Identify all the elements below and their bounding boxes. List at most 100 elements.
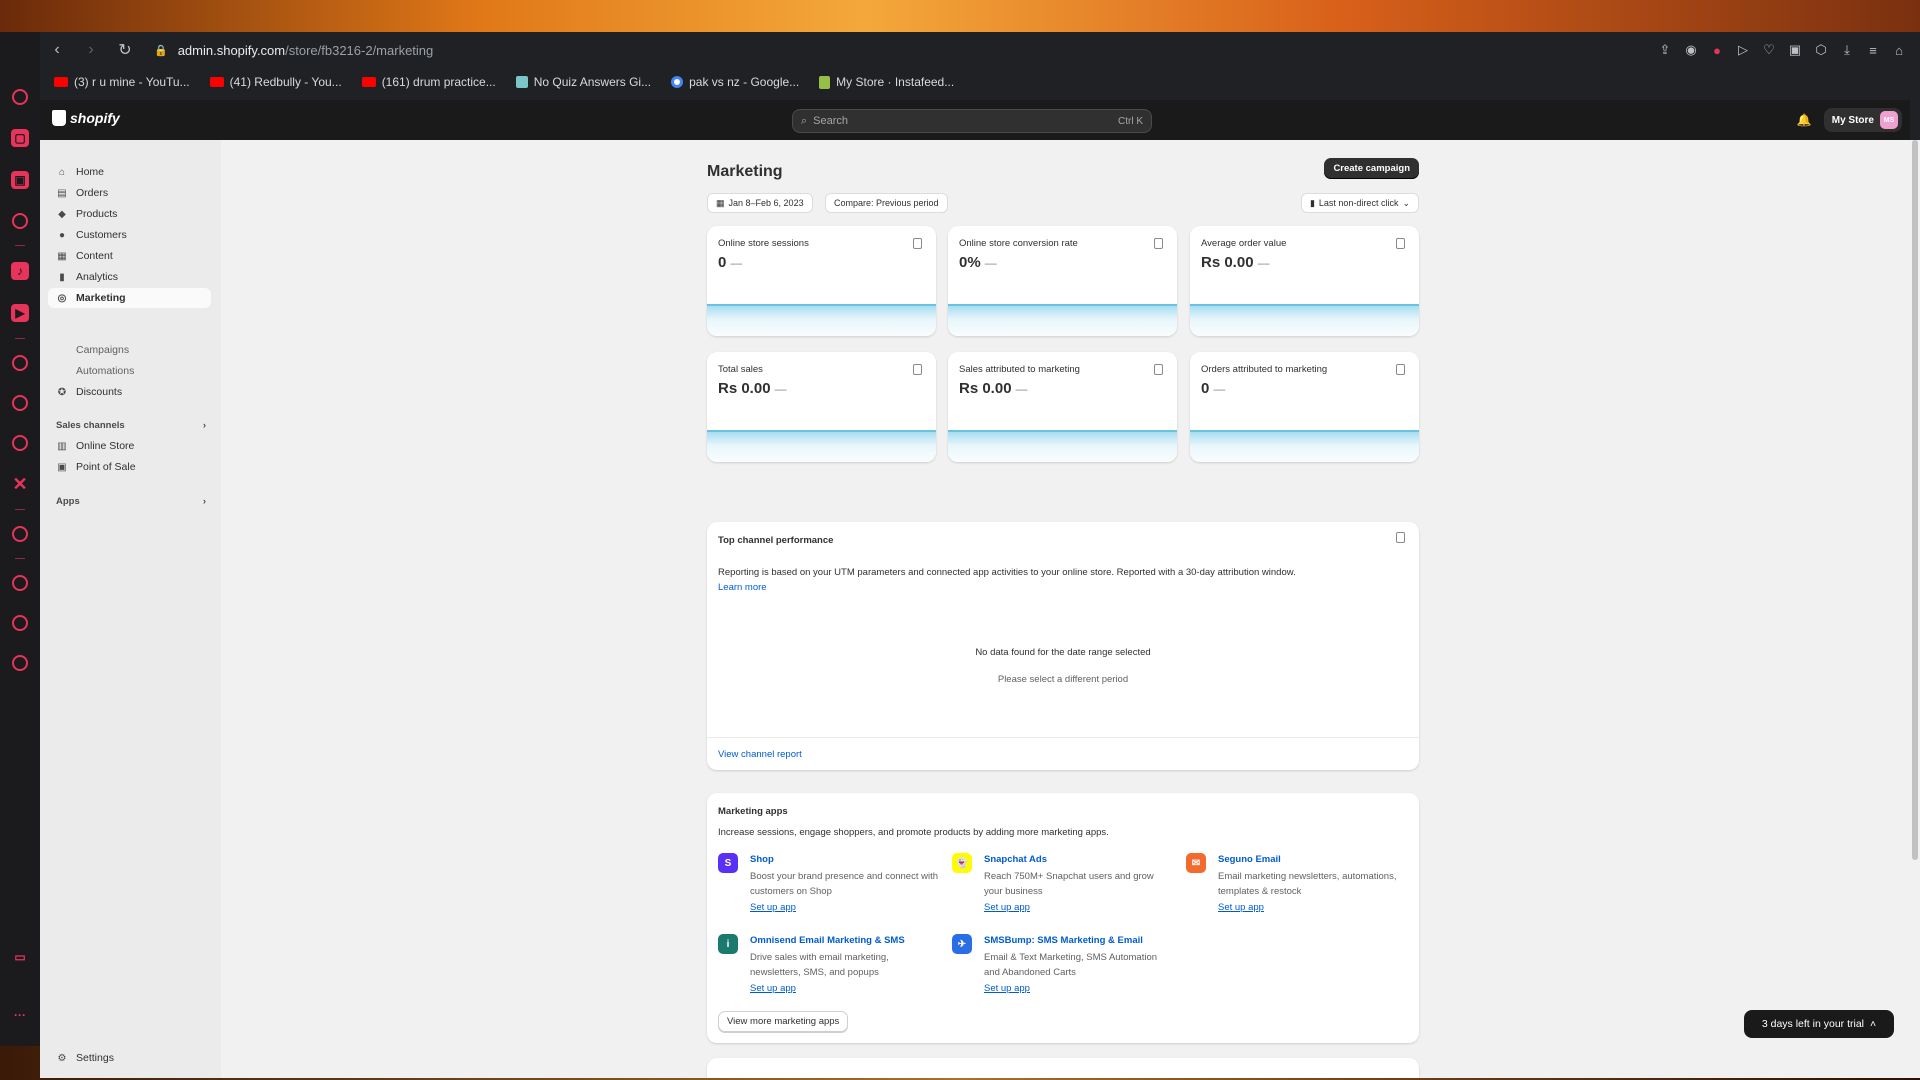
- trial-banner-button[interactable]: 3 days left in your trial ˄: [1744, 1010, 1894, 1038]
- window-icon[interactable]: ▭: [11, 948, 29, 966]
- reload-icon[interactable]: ↻: [108, 40, 142, 60]
- date-range-picker[interactable]: ▦ Jan 8–Feb 6, 2023: [707, 193, 813, 213]
- view-more-apps-button[interactable]: View more marketing apps: [718, 1011, 849, 1032]
- sales-channels-header[interactable]: Sales channels ›: [56, 420, 206, 431]
- cube-icon[interactable]: [12, 615, 28, 631]
- bookmark[interactable]: (161) drum practice...: [361, 75, 496, 89]
- camera-icon[interactable]: [12, 213, 28, 229]
- trial-text: 3 days left in your trial: [1761, 1018, 1864, 1030]
- report-icon[interactable]: [1396, 238, 1405, 249]
- app-name[interactable]: SMSBump: SMS Marketing & Email: [984, 935, 1143, 946]
- sidebar-item-point-of-sale[interactable]: ▣ Point of Sale: [48, 457, 211, 477]
- metric-card[interactable]: Total sales Rs 0.00—: [707, 352, 936, 462]
- sidebar-item-customers[interactable]: ● Customers: [48, 225, 211, 245]
- pos-icon: ▣: [57, 461, 67, 473]
- music-icon[interactable]: ♪: [11, 262, 29, 280]
- app-name[interactable]: Snapchat Ads: [984, 854, 1047, 865]
- sidebar-item-content[interactable]: ▦ Content: [48, 246, 211, 266]
- bag-icon[interactable]: ▢: [11, 129, 29, 147]
- player-icon[interactable]: [12, 526, 28, 542]
- instagram-icon[interactable]: [12, 435, 28, 451]
- extension-icon[interactable]: ▣: [1788, 42, 1802, 58]
- attribution-model-select[interactable]: ▮ Last non-direct click ⌄: [1300, 193, 1419, 213]
- settings-gear-icon[interactable]: [12, 655, 28, 671]
- apps-header[interactable]: Apps ›: [56, 496, 206, 507]
- forward-icon[interactable]: ›: [74, 41, 108, 59]
- bookmark[interactable]: No Quiz Answers Gi...: [515, 75, 651, 89]
- sidebar-item-orders[interactable]: ▤ Orders: [48, 183, 211, 203]
- bookmark[interactable]: (3) r u mine - YouTu...: [54, 75, 190, 89]
- video-icon[interactable]: ▶: [11, 304, 29, 322]
- app-name[interactable]: Seguno Email: [1218, 854, 1281, 865]
- download-icon[interactable]: ⤓: [1840, 42, 1854, 58]
- camera-icon[interactable]: ◉: [1684, 42, 1698, 58]
- set-up-app-link[interactable]: Set up app: [1218, 902, 1264, 913]
- metric-card[interactable]: Online store sessions 0—: [707, 226, 936, 336]
- bookmark[interactable]: My Store · Instafeed...: [819, 75, 954, 89]
- more-icon[interactable]: ···: [11, 1006, 29, 1024]
- sidebar-item-marketing[interactable]: ◎ Marketing: [48, 288, 211, 308]
- page-scrollbar[interactable]: [1910, 140, 1920, 1078]
- report-icon[interactable]: [1154, 364, 1163, 375]
- profile-icon[interactable]: ⌂: [1892, 43, 1906, 58]
- whatsapp-icon[interactable]: [12, 395, 28, 411]
- report-icon[interactable]: [913, 238, 922, 249]
- cube-icon[interactable]: ⬡: [1814, 42, 1828, 58]
- report-icon[interactable]: [913, 364, 922, 375]
- app-name[interactable]: Omnisend Email Marketing & SMS: [750, 935, 905, 946]
- bell-icon[interactable]: 🔔: [1797, 113, 1812, 127]
- sparkline: [707, 304, 936, 336]
- sidebar-item-settings[interactable]: ⚙ Settings: [48, 1048, 211, 1068]
- report-icon[interactable]: [1154, 238, 1163, 249]
- metric-card[interactable]: Online store conversion rate 0% —: [948, 226, 1177, 336]
- sidebar-subitem-automations[interactable]: Automations: [76, 365, 134, 377]
- sidebar-item-label: Analytics: [76, 271, 119, 283]
- view-channel-report-link[interactable]: View channel report: [718, 749, 802, 760]
- back-icon[interactable]: ‹: [40, 41, 74, 59]
- quiz-icon: [515, 76, 528, 88]
- clock-icon[interactable]: [12, 575, 28, 591]
- app-name[interactable]: Shop: [750, 854, 774, 865]
- compare-picker[interactable]: Compare: Previous period: [825, 193, 948, 213]
- heart-icon[interactable]: ♡: [1762, 42, 1776, 58]
- x-icon[interactable]: ✕: [11, 474, 29, 494]
- sidebar-item-home[interactable]: ⌂ Home: [48, 162, 211, 182]
- set-up-app-link[interactable]: Set up app: [984, 902, 1030, 913]
- bookmark[interactable]: (41) Redbully - You...: [209, 75, 342, 89]
- person-icon: ●: [58, 229, 66, 241]
- sidebar-item-analytics[interactable]: ▮ Analytics: [48, 267, 211, 287]
- app-description: Reach 750M+ Snapchat users and grow your…: [984, 871, 1154, 897]
- app-description: Boost your brand presence and connect wi…: [750, 871, 939, 897]
- send-icon[interactable]: ▷: [1736, 42, 1750, 58]
- menu-icon[interactable]: ≡: [1866, 43, 1880, 58]
- set-up-app-link[interactable]: Set up app: [984, 983, 1030, 994]
- sidebar-item-online-store[interactable]: ▥ Online Store: [48, 436, 211, 456]
- store-menu-button[interactable]: My Store MS: [1823, 108, 1902, 132]
- app-description: Drive sales with email marketing, newsle…: [750, 952, 889, 978]
- set-up-app-link[interactable]: Set up app: [750, 983, 796, 994]
- share-icon[interactable]: ⇪: [1658, 42, 1672, 58]
- scrollbar-thumb[interactable]: [1912, 140, 1918, 860]
- metric-card[interactable]: Orders attributed to marketing 0—: [1190, 352, 1419, 462]
- report-icon[interactable]: [1396, 364, 1405, 375]
- learn-more-link[interactable]: Learn more: [718, 582, 767, 593]
- messenger-icon[interactable]: [12, 355, 28, 371]
- compare-label: Compare: Previous period: [834, 198, 939, 208]
- history-icon[interactable]: [12, 89, 28, 105]
- adblock-icon[interactable]: ●: [1710, 43, 1724, 58]
- browser-window: ▢ ▣ ♪ ▶ ✕ ▭ ··· ‹ › ↻ 🔒 admin.shopify.co…: [0, 32, 1920, 1078]
- create-campaign-button[interactable]: Create campaign: [1324, 158, 1419, 179]
- bookmark[interactable]: pak vs nz - Google...: [671, 75, 799, 89]
- sidebar-item-products[interactable]: ◆ Products: [48, 204, 211, 224]
- report-icon[interactable]: [1396, 532, 1405, 543]
- sidebar-subitem-campaigns[interactable]: Campaigns: [76, 344, 129, 356]
- shopify-logo[interactable]: shopify: [52, 110, 120, 126]
- twitch-icon[interactable]: ▣: [11, 171, 29, 189]
- address-bar[interactable]: 🔒 admin.shopify.com/store/fb3216-2/marke…: [154, 43, 433, 58]
- sidebar-item-discounts[interactable]: ✪ Discounts: [48, 382, 211, 402]
- attribution-label: Last non-direct click: [1318, 198, 1399, 208]
- search-input[interactable]: ⌕ Search Ctrl K: [792, 109, 1152, 133]
- metric-card[interactable]: Sales attributed to marketing Rs 0.00—: [948, 352, 1177, 462]
- metric-card[interactable]: Average order value Rs 0.00—: [1190, 226, 1419, 336]
- set-up-app-link[interactable]: Set up app: [750, 902, 796, 913]
